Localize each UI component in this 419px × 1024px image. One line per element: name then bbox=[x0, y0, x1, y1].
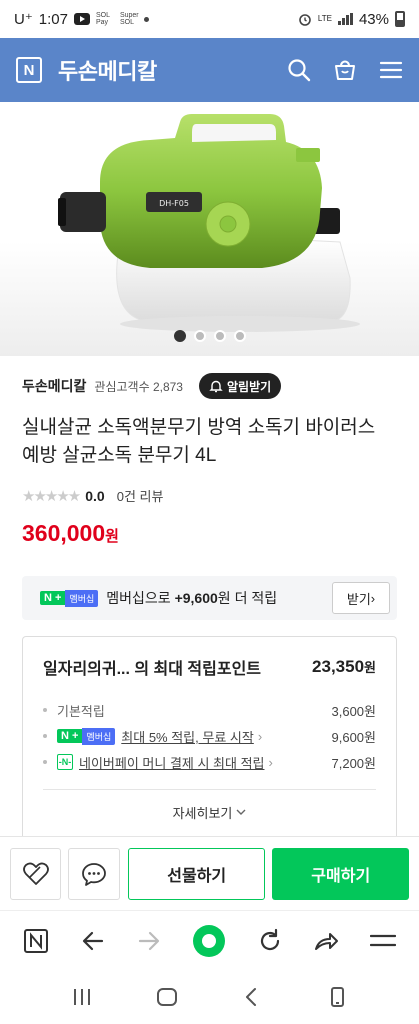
points-row-basic: 기본적립 3,600원 bbox=[43, 697, 376, 723]
points-card: 일자리의귀... 의 최대 적립포인트 23,350원 기본적립 3,600원 … bbox=[22, 636, 397, 846]
alarm-clock-icon bbox=[299, 14, 311, 26]
browser-menu-icon[interactable] bbox=[369, 928, 396, 954]
talktalk-button[interactable] bbox=[68, 847, 120, 900]
badge-label: 멤버십 bbox=[82, 727, 116, 745]
badge-n: N + bbox=[40, 591, 66, 605]
browser-toolbar bbox=[0, 910, 419, 970]
sol-pay-icon: SOL Pay bbox=[95, 12, 110, 26]
bullet-icon bbox=[43, 734, 47, 738]
alarm-button[interactable]: 알림받기 bbox=[198, 373, 282, 399]
gift-button[interactable]: 선물하기 bbox=[127, 847, 266, 900]
seller-name[interactable]: 두손메디칼 bbox=[22, 376, 86, 396]
see-more-button[interactable]: 자세히보기 bbox=[43, 790, 376, 834]
badge-label: 멤버십 bbox=[65, 589, 99, 607]
super-sol-icon: Super SOL bbox=[119, 12, 139, 26]
pager-dot[interactable] bbox=[213, 330, 226, 342]
product-price: 360,000원 bbox=[22, 520, 119, 547]
product-image: DH-F05 bbox=[58, 114, 360, 332]
rating-row[interactable]: ★★★★★ 0.0 0건 리뷰 bbox=[22, 486, 163, 505]
forward-arrow-icon[interactable] bbox=[136, 928, 162, 954]
product-title: 실내살균 소독액분무기 방역 소독기 바이러스 예방 살균소독 분무기 4L bbox=[22, 417, 376, 466]
battery-icon bbox=[395, 11, 405, 27]
naver-plus-membership-badge: N + 멤버십 bbox=[40, 589, 99, 607]
system-back-icon[interactable] bbox=[241, 986, 263, 1008]
bullet-icon bbox=[43, 708, 47, 712]
system-navigation-bar bbox=[0, 970, 419, 1024]
membership-banner: N + 멤버십 멤버십으로 +9,600원 더 적립 받기 › bbox=[22, 576, 397, 620]
pager-dot[interactable] bbox=[193, 330, 206, 342]
shopping-bag-icon[interactable] bbox=[333, 58, 357, 82]
chevron-down-icon bbox=[236, 809, 246, 815]
chevron-right-icon: › bbox=[268, 754, 273, 770]
points-total-value: 23,350 bbox=[312, 657, 365, 676]
status-bar: U⁺ 1:07 SOL Pay Super SOL LTE 43% bbox=[0, 0, 419, 38]
membership-text: 멤버십으로 +9,600원 더 적립 bbox=[106, 588, 277, 608]
signal-icon bbox=[337, 13, 353, 25]
carrier-label: U⁺ bbox=[14, 11, 33, 28]
alarm-label: 알림받기 bbox=[226, 379, 272, 394]
membership-text-prefix: 멤버십으로 bbox=[106, 590, 171, 606]
points-row-value: 9,600원 bbox=[331, 729, 377, 745]
points-row-label: 기본적립 bbox=[57, 703, 105, 719]
receive-label: 받기 bbox=[346, 591, 371, 607]
points-row-link[interactable]: 네이버페이 머니 결제 시 최대 적립 bbox=[79, 753, 265, 772]
see-more-label: 자세히보기 bbox=[172, 805, 233, 821]
membership-amount: +9,600 bbox=[174, 590, 218, 606]
store-header: N 두손메디칼 bbox=[0, 38, 419, 102]
points-row-naverpay[interactable]: -N- 네이버페이 머니 결제 시 최대 적립 › 7,200원 bbox=[43, 749, 376, 775]
review-count[interactable]: 0건 리뷰 bbox=[117, 486, 164, 505]
naver-plus-membership-badge: N + 멤버십 bbox=[57, 727, 116, 745]
pager-dot[interactable] bbox=[173, 330, 186, 342]
home-icon[interactable] bbox=[156, 986, 178, 1008]
receive-button[interactable]: 받기 › bbox=[332, 582, 390, 614]
purchase-action-bar: 선물하기 구매하기 bbox=[0, 836, 419, 910]
product-image-gallery[interactable]: DH-F05 bbox=[0, 102, 419, 356]
product-badge-text: DH-F05 bbox=[159, 199, 189, 208]
heart-zzim-icon bbox=[22, 862, 49, 885]
points-row-value: 3,600원 bbox=[331, 703, 377, 719]
gallery-pager bbox=[0, 330, 419, 342]
rating-score: 0.0 bbox=[85, 487, 105, 504]
naver-logo-icon[interactable]: N bbox=[16, 57, 42, 83]
bell-plus-icon bbox=[209, 380, 223, 393]
price-unit: 원 bbox=[105, 528, 119, 545]
points-row-membership[interactable]: N + 멤버십 최대 5% 적립, 무료 시작 › 9,600원 bbox=[43, 723, 376, 749]
lte-indicator: LTE bbox=[317, 14, 332, 23]
screen-rotate-icon[interactable] bbox=[326, 986, 348, 1008]
badge-n: N + bbox=[57, 729, 83, 743]
points-header: 일자리의귀... 의 최대 적립포인트 23,350원 bbox=[43, 637, 376, 697]
store-name[interactable]: 두손메디칼 bbox=[58, 54, 157, 86]
clock: 1:07 bbox=[38, 10, 68, 28]
pager-dot[interactable] bbox=[233, 330, 246, 342]
star-rating-icon: ★★★★★ bbox=[22, 487, 81, 505]
naver-home-icon[interactable] bbox=[23, 928, 49, 954]
chat-bubble-icon bbox=[82, 862, 107, 886]
battery-percent: 43% bbox=[358, 10, 389, 28]
points-total-unit: 원 bbox=[364, 660, 376, 675]
green-dot-home-icon[interactable] bbox=[192, 924, 226, 958]
recent-apps-icon[interactable] bbox=[71, 986, 93, 1008]
back-arrow-icon[interactable] bbox=[80, 928, 106, 954]
refresh-icon[interactable] bbox=[257, 928, 283, 954]
chevron-right-icon: › bbox=[257, 728, 263, 744]
points-row-value: 7,200원 bbox=[331, 755, 377, 771]
naver-pay-icon: -N- bbox=[57, 754, 73, 770]
fan-count: 관심고객수 2,873 bbox=[94, 379, 183, 394]
seller-info: 두손메디칼 관심고객수 2,873 알림받기 bbox=[22, 372, 397, 400]
share-icon[interactable] bbox=[313, 928, 339, 954]
youtube-icon bbox=[73, 13, 90, 25]
points-row-link[interactable]: 최대 5% 적립, 무료 시작 bbox=[121, 727, 254, 746]
chevron-right-icon: › bbox=[370, 590, 376, 606]
buy-button[interactable]: 구매하기 bbox=[272, 847, 409, 900]
points-total: 23,350원 bbox=[312, 657, 376, 677]
membership-text-suffix: 원 더 적립 bbox=[217, 590, 278, 606]
menu-icon[interactable] bbox=[379, 58, 403, 82]
points-header-label: 일자리의귀... 의 최대 적립포인트 bbox=[43, 661, 262, 678]
price-value: 360,000 bbox=[22, 520, 106, 546]
notification-dot-icon bbox=[143, 16, 149, 22]
bullet-icon bbox=[43, 760, 47, 764]
search-icon[interactable] bbox=[287, 58, 311, 82]
wishlist-button[interactable] bbox=[10, 847, 62, 900]
